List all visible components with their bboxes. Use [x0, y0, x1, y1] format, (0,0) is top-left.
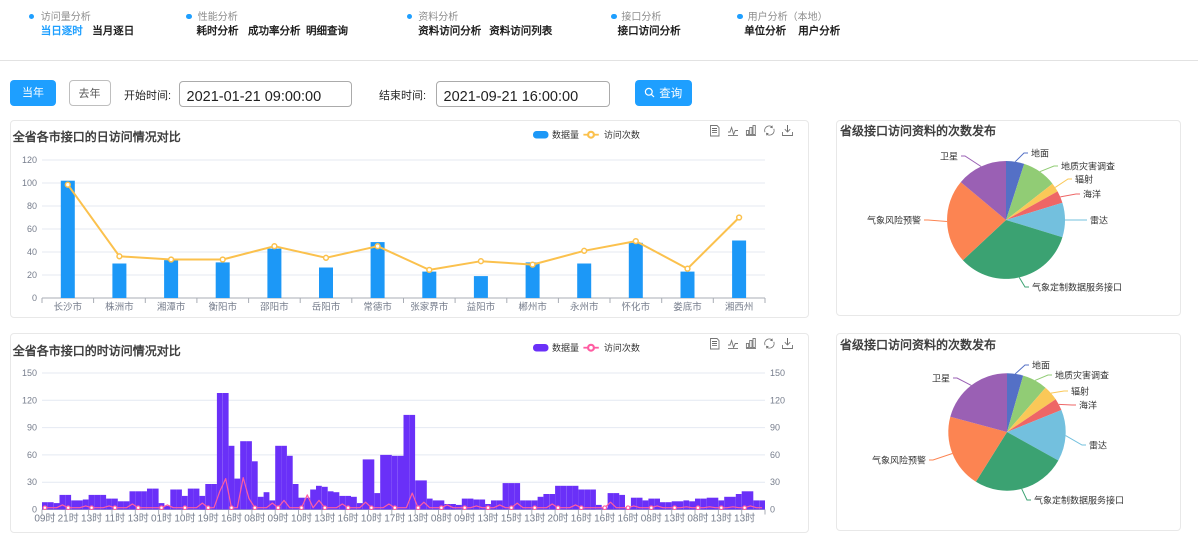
svg-text:湘潭市: 湘潭市	[157, 301, 186, 313]
svg-text:10时: 10时	[361, 513, 382, 525]
svg-text:60: 60	[770, 450, 780, 460]
svg-text:岳阳市: 岳阳市	[312, 301, 341, 313]
svg-text:11时: 11时	[105, 513, 125, 525]
svg-text:长沙市: 长沙市	[54, 301, 83, 313]
svg-text:30: 30	[27, 477, 37, 487]
svg-text:08时: 08时	[641, 513, 662, 525]
svg-text:150: 150	[770, 368, 785, 378]
svg-text:海洋: 海洋	[1079, 400, 1097, 411]
svg-text:90: 90	[770, 423, 780, 433]
svg-text:株洲市: 株洲市	[105, 301, 134, 313]
svg-text:气象风险预警: 气象风险预警	[867, 215, 921, 226]
svg-text:16时: 16时	[338, 513, 359, 525]
svg-text:09时: 09时	[268, 513, 289, 525]
svg-text:辐射: 辐射	[1071, 386, 1089, 397]
svg-text:13时: 13时	[477, 513, 498, 525]
svg-text:100: 100	[22, 178, 37, 188]
svg-text:120: 120	[22, 395, 37, 405]
svg-text:60: 60	[27, 224, 37, 234]
svg-text:雷达: 雷达	[1090, 215, 1108, 226]
svg-text:气象风险预警: 气象风险预警	[872, 455, 926, 466]
svg-text:气象定制数据服务接口: 气象定制数据服务接口	[1032, 282, 1122, 293]
svg-text:怀化市: 怀化市	[622, 301, 651, 313]
svg-text:10时: 10时	[174, 513, 195, 525]
svg-text:邵阳市: 邵阳市	[260, 301, 289, 313]
svg-text:气象定制数据服务接口: 气象定制数据服务接口	[1034, 495, 1124, 506]
svg-text:16时: 16时	[594, 513, 615, 525]
svg-text:19时: 19时	[198, 513, 219, 525]
svg-text:150: 150	[22, 368, 37, 378]
svg-text:13时: 13时	[734, 513, 755, 525]
svg-text:20: 20	[27, 270, 37, 280]
svg-text:120: 120	[770, 395, 785, 405]
svg-text:13时: 13时	[664, 513, 685, 525]
svg-text:13时: 13时	[524, 513, 545, 525]
svg-text:地质灾害调查: 地质灾害调查	[1055, 370, 1109, 381]
svg-text:13时: 13时	[128, 513, 149, 525]
svg-text:益阳市: 益阳市	[467, 301, 496, 313]
svg-text:17时: 17时	[384, 513, 405, 525]
svg-text:90: 90	[27, 423, 37, 433]
svg-text:15时: 15时	[501, 513, 522, 525]
svg-text:地面: 地面	[1032, 360, 1050, 371]
svg-text:13时: 13时	[81, 513, 102, 525]
svg-text:21时: 21时	[58, 513, 79, 525]
svg-text:0: 0	[770, 505, 775, 515]
svg-text:常德市: 常德市	[363, 301, 392, 313]
svg-text:60: 60	[27, 450, 37, 460]
svg-text:20时: 20时	[547, 513, 568, 525]
svg-text:01时: 01时	[151, 513, 172, 525]
svg-text:13时: 13时	[408, 513, 429, 525]
svg-text:08时: 08时	[244, 513, 265, 525]
svg-text:0: 0	[32, 293, 37, 303]
svg-text:09时: 09时	[454, 513, 475, 525]
svg-text:张家界市: 张家界市	[410, 301, 449, 313]
svg-text:80: 80	[27, 201, 37, 211]
svg-text:衡阳市: 衡阳市	[208, 301, 237, 313]
svg-text:08时: 08时	[687, 513, 708, 525]
svg-text:120: 120	[22, 155, 37, 165]
svg-text:卫星: 卫星	[932, 374, 950, 384]
svg-text:16时: 16时	[571, 513, 592, 525]
svg-text:30: 30	[770, 477, 780, 487]
svg-text:湘西州: 湘西州	[725, 301, 754, 313]
svg-text:13时: 13时	[314, 513, 335, 525]
svg-text:40: 40	[27, 247, 37, 257]
svg-text:16时: 16时	[221, 513, 242, 525]
svg-text:地面: 地面	[1031, 148, 1049, 159]
svg-text:娄底市: 娄底市	[673, 301, 702, 313]
svg-text:09时: 09时	[34, 513, 55, 525]
svg-text:永州市: 永州市	[570, 301, 599, 313]
svg-text:雷达: 雷达	[1089, 440, 1107, 451]
svg-text:13时: 13时	[711, 513, 732, 525]
svg-text:辐射: 辐射	[1075, 174, 1093, 185]
svg-text:10时: 10时	[291, 513, 312, 525]
svg-text:郴州市: 郴州市	[518, 301, 547, 313]
svg-text:海洋: 海洋	[1083, 189, 1101, 200]
svg-text:地质灾害调查: 地质灾害调查	[1061, 161, 1115, 172]
svg-text:卫星: 卫星	[940, 152, 958, 162]
svg-text:08时: 08时	[431, 513, 452, 525]
svg-text:16时: 16时	[617, 513, 638, 525]
